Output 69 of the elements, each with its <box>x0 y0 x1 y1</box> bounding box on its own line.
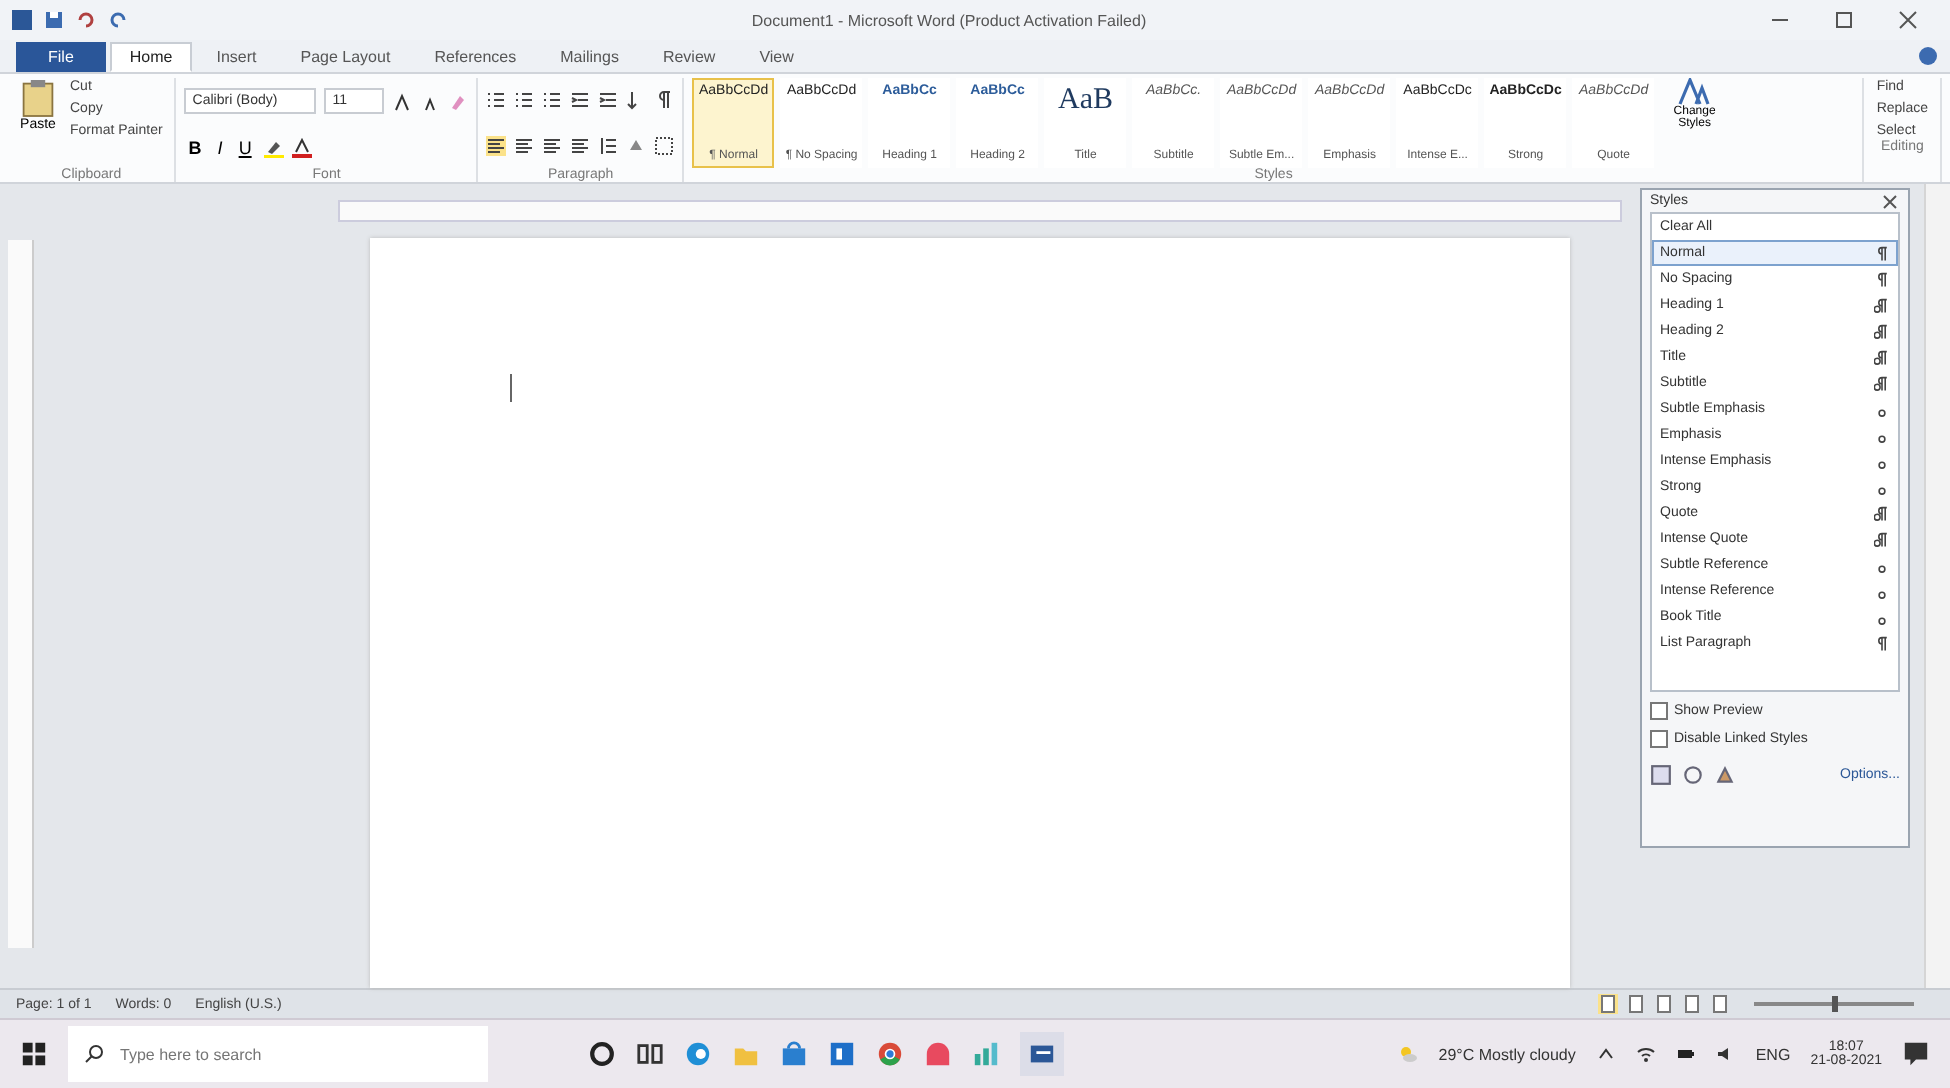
checkbox[interactable] <box>1650 730 1668 748</box>
manage-styles-icon[interactable] <box>1714 764 1736 786</box>
save-icon[interactable] <box>44 10 64 30</box>
list-icon[interactable] <box>542 89 563 110</box>
style-type-icon <box>1874 635 1890 651</box>
align-icon[interactable] <box>570 136 591 157</box>
zoom-thumb[interactable] <box>1832 996 1838 1012</box>
battery-icon[interactable] <box>1675 1044 1696 1064</box>
input-language[interactable]: ENG <box>1755 1045 1791 1063</box>
ribbon-tab[interactable]: View <box>739 41 814 71</box>
style-type-icon <box>1874 531 1890 547</box>
style-type-icon <box>1874 297 1890 313</box>
list-icon[interactable] <box>486 89 507 110</box>
indent-icon[interactable] <box>598 89 619 110</box>
shopping-bag-icon[interactable] <box>780 1040 808 1068</box>
format-button[interactable]: I <box>213 138 227 158</box>
highlighter-icon[interactable] <box>263 138 284 158</box>
undo-icon[interactable] <box>76 10 96 30</box>
list-icon[interactable] <box>514 89 535 110</box>
notification-icon[interactable] <box>1902 1040 1930 1068</box>
border-icon[interactable] <box>654 136 675 157</box>
circle-icon[interactable] <box>588 1040 616 1068</box>
ribbon-tab[interactable]: Page Layout <box>280 41 411 71</box>
ribbon-tab[interactable]: Mailings <box>540 41 639 71</box>
chrome-icon[interactable] <box>876 1040 904 1068</box>
font-color-icon[interactable] <box>291 138 312 158</box>
grow-font-icon[interactable] <box>392 91 413 111</box>
browser-icon[interactable] <box>684 1040 712 1068</box>
styles-icon <box>1678 78 1711 106</box>
style-type-icon <box>1874 349 1890 365</box>
text-cursor <box>509 374 511 402</box>
task-view-icon[interactable] <box>636 1040 664 1068</box>
redo-icon[interactable] <box>108 10 128 30</box>
wifi-icon[interactable] <box>1635 1044 1656 1064</box>
style-type-icon <box>1874 505 1890 521</box>
format-button[interactable]: U <box>234 138 256 158</box>
clipboard-icon <box>20 78 56 118</box>
checkbox[interactable] <box>1650 702 1668 720</box>
format-button[interactable]: B <box>184 138 206 158</box>
new-style-icon[interactable] <box>1650 764 1672 786</box>
close-icon[interactable] <box>1898 10 1918 30</box>
chevron-up-icon[interactable] <box>1595 1044 1616 1064</box>
style-type-icon <box>1874 271 1890 287</box>
align-icon[interactable] <box>514 136 535 157</box>
ribbon-tab[interactable]: Insert <box>196 41 277 71</box>
window-title: Document1 - Microsoft Word (Product Activation Failed) <box>749 11 1149 29</box>
line-spacing-icon[interactable] <box>598 136 619 157</box>
weather-icon <box>1398 1044 1419 1064</box>
scrollbar[interactable] <box>1924 184 1950 988</box>
close-icon[interactable] <box>1880 191 1900 211</box>
tile-icon[interactable] <box>828 1040 856 1068</box>
arch-app-icon[interactable] <box>924 1040 952 1068</box>
file-tab[interactable]: File <box>16 41 106 71</box>
search-field[interactable]: Type here to search <box>68 1026 488 1082</box>
style-type-icon <box>1874 323 1890 339</box>
ribbon-tab[interactable]: Home <box>109 41 193 71</box>
style-type-icon <box>1874 375 1890 391</box>
pilcrow-icon[interactable] <box>654 89 675 110</box>
style-type-icon <box>1874 245 1890 261</box>
align-icon[interactable] <box>542 136 563 157</box>
align-icon[interactable] <box>486 136 507 157</box>
help-icon[interactable] <box>1918 46 1938 66</box>
weather-text[interactable]: 29°C Mostly cloudy <box>1438 1045 1576 1063</box>
ribbon-tab[interactable]: References <box>414 41 537 71</box>
style-inspector-icon[interactable] <box>1682 764 1704 786</box>
maximize-icon[interactable] <box>1834 10 1854 30</box>
windows-start-icon[interactable] <box>20 1040 48 1068</box>
indent-icon[interactable] <box>570 89 591 110</box>
ribbon-tab[interactable]: Review <box>642 41 736 71</box>
